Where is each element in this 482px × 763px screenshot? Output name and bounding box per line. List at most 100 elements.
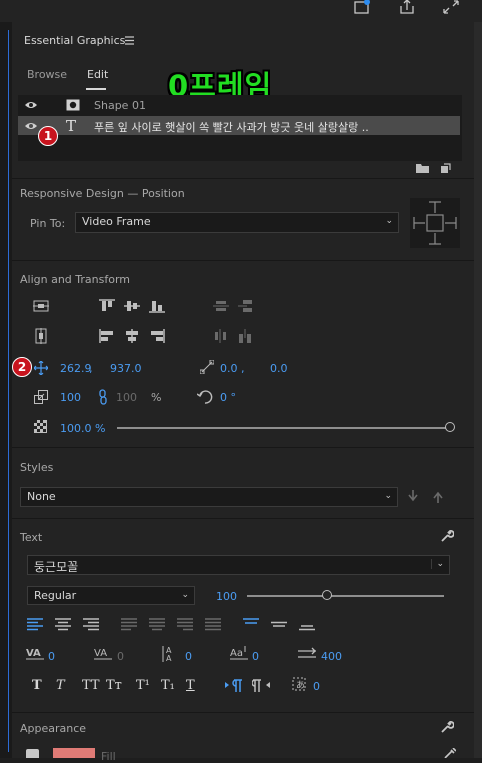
font-style-value: Regular [34, 589, 77, 602]
bottom-align-text-icon[interactable] [299, 618, 315, 634]
align-vertical-center-icon[interactable] [33, 298, 49, 317]
top-align-text-icon[interactable] [243, 618, 259, 634]
step-badge-1: 1 [38, 126, 58, 146]
scale-width-value[interactable]: 100 [116, 391, 137, 404]
eyedropper-icon[interactable] [444, 747, 457, 761]
layer-row-text[interactable]: T 푸른 잎 사이로 햇살이 쏙 빨간 사과가 방긋 웃네 살랑살랑 .. [18, 116, 460, 135]
align-center-icon[interactable] [124, 329, 140, 346]
chevron-down-icon: ⌄ [181, 590, 189, 600]
position-x-value[interactable]: 262.9 [60, 362, 92, 375]
opacity-value[interactable]: 100.0 % [60, 422, 105, 435]
distribute-vertical-icon[interactable] [213, 299, 229, 316]
pin-edges-widget[interactable] [410, 198, 460, 248]
font-size-slider-track[interactable] [247, 595, 444, 597]
pin-to-label: Pin To: [30, 217, 66, 230]
fill-label: Fill [101, 750, 116, 763]
pin-to-dropdown[interactable]: Video Frame ⌄ [75, 212, 399, 233]
baseline-shift-value[interactable]: 0 [252, 650, 259, 663]
position-y-value[interactable]: 937.0 [110, 362, 142, 375]
distribute-horizontal-spacing-icon[interactable] [238, 329, 254, 346]
ltr-text-icon[interactable] [225, 679, 243, 695]
hamburger-icon[interactable] [125, 35, 135, 48]
baseline-shift-icon: Aa [229, 645, 249, 664]
new-layer-icon[interactable] [440, 163, 451, 177]
layer-row-shape[interactable]: Shape 01 [18, 96, 460, 115]
opacity-slider-track[interactable] [117, 427, 447, 429]
subscript-button[interactable]: T₁ [161, 678, 175, 693]
anchor-x-value[interactable]: 0.0 [220, 362, 238, 375]
align-left-icon[interactable] [99, 329, 115, 346]
center-align-text-vertical-icon[interactable] [271, 618, 287, 634]
distribute-horizontal-icon[interactable] [213, 329, 229, 346]
all-caps-button[interactable]: TT [82, 678, 100, 693]
svg-text:Aa: Aa [230, 648, 243, 659]
align-middle-icon[interactable] [124, 299, 140, 316]
align-transform-heading: Align and Transform [20, 273, 130, 286]
text-heading: Text [20, 531, 43, 544]
panel-title: Essential Graphics [24, 34, 126, 47]
share-icon[interactable] [398, 0, 416, 18]
anchor-y-value[interactable]: 0.0 [270, 362, 288, 375]
font-size-slider-handle[interactable] [321, 590, 332, 600]
scale-value[interactable]: 100 [60, 391, 81, 404]
svg-text:VA: VA [94, 648, 107, 659]
rotation-value[interactable]: 0 ° [220, 391, 236, 404]
leading-icon: AA [162, 645, 180, 666]
align-right-icon[interactable] [149, 329, 165, 346]
align-bottom-icon[interactable] [149, 299, 165, 316]
svg-text:A: A [166, 654, 172, 663]
svg-text:VA: VA [26, 648, 41, 659]
wrench-icon[interactable] [440, 529, 455, 546]
font-dropdown[interactable]: 둥근모꼴 ⌄ [27, 555, 450, 575]
tab-browse[interactable]: Browse [27, 68, 67, 81]
small-caps-button[interactable]: Tт [106, 678, 122, 693]
export-frame-icon[interactable] [353, 0, 371, 18]
align-right-text-icon[interactable] [83, 618, 99, 634]
fullscreen-icon[interactable] [442, 0, 460, 18]
chevron-down-icon: ⌄ [431, 559, 444, 569]
font-size-value[interactable]: 100 [216, 590, 237, 603]
opacity-slider-handle[interactable] [445, 422, 455, 432]
active-tab-indicator [86, 88, 106, 90]
tab-width-icon [297, 647, 317, 664]
push-to-style-icon[interactable] [408, 490, 418, 506]
distribute-vertical-spacing-icon[interactable] [238, 299, 254, 316]
eye-icon[interactable] [24, 121, 38, 134]
divider [12, 260, 474, 261]
anchor-point-icon [199, 359, 215, 377]
left-panel-edge [0, 22, 12, 758]
faux-italic-button[interactable]: T [56, 678, 65, 693]
fill-color-swatch[interactable] [53, 748, 95, 758]
leading-value[interactable]: 0 [185, 650, 192, 663]
tracking-value[interactable]: 0 [117, 650, 124, 663]
underline-button[interactable]: T [186, 678, 195, 693]
rtl-text-icon[interactable] [251, 679, 270, 695]
justify-last-right-icon[interactable] [177, 618, 193, 634]
font-style-dropdown[interactable]: Regular ⌄ [27, 586, 195, 605]
link-icon[interactable] [98, 389, 108, 408]
justify-last-left-icon[interactable] [121, 618, 137, 634]
justify-all-icon[interactable] [205, 618, 221, 634]
align-horizontal-center-icon[interactable] [33, 328, 49, 347]
tsume-icon: あ [291, 676, 309, 697]
wrench-icon[interactable] [440, 720, 455, 737]
tab-width-value[interactable]: 400 [321, 650, 342, 663]
new-group-folder-icon[interactable] [416, 163, 429, 176]
faux-bold-button[interactable]: T [32, 678, 42, 693]
sync-from-style-icon[interactable] [433, 490, 443, 506]
tsume-value[interactable]: 0 [313, 680, 320, 693]
styles-dropdown[interactable]: None ⌄ [20, 487, 398, 507]
tracking-icon: VA [93, 646, 113, 665]
justify-last-center-icon[interactable] [149, 618, 165, 634]
tab-edit[interactable]: Edit [87, 68, 108, 81]
right-panel-edge [474, 22, 482, 758]
align-top-icon[interactable] [99, 299, 115, 316]
superscript-button[interactable]: T¹ [136, 678, 150, 693]
kerning-value[interactable]: 0 [48, 650, 55, 663]
fill-checkbox[interactable] [26, 749, 39, 758]
eye-icon[interactable] [24, 100, 38, 113]
opacity-icon [34, 420, 47, 436]
align-center-text-icon[interactable] [55, 618, 71, 634]
chevron-down-icon: ⌄ [384, 491, 392, 501]
align-left-text-icon[interactable] [27, 618, 43, 634]
